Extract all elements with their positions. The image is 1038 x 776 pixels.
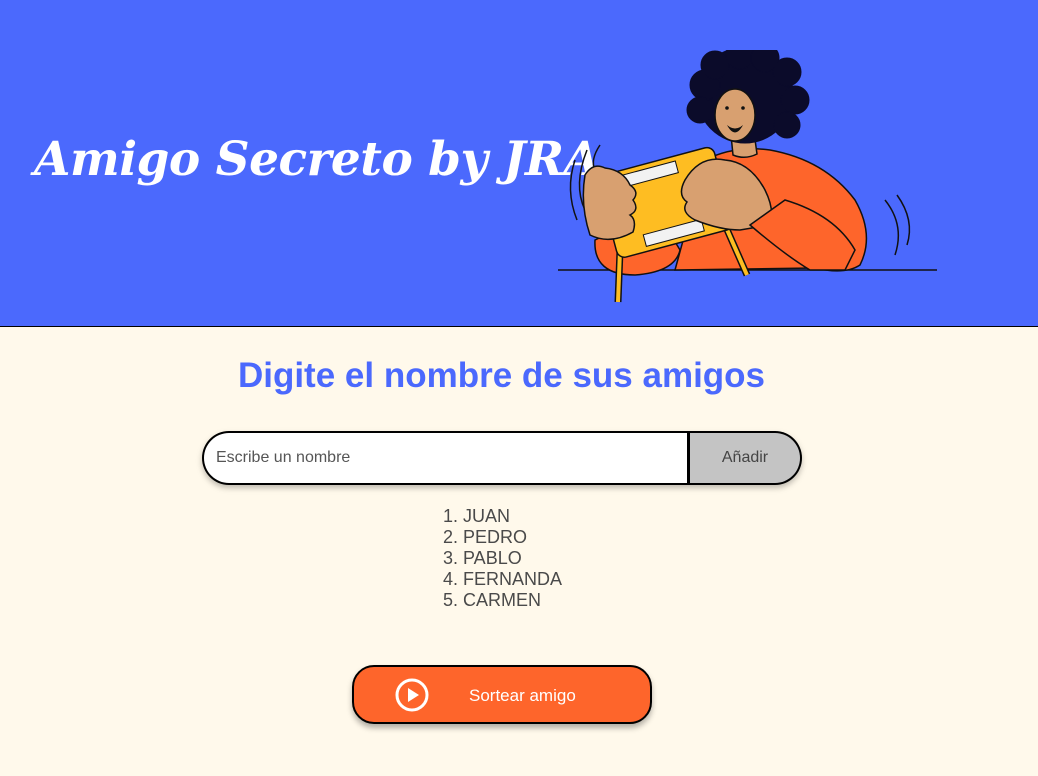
play-circle-icon <box>395 678 429 712</box>
header-banner: Amigo Secreto by JRA <box>0 0 1038 327</box>
list-item: 2. PEDRO <box>443 527 528 547</box>
draw-button-label: Sortear amigo <box>469 686 576 705</box>
list-item: 3. PABLO <box>443 548 522 568</box>
section-heading: Digite el nombre de sus amigos <box>237 356 766 395</box>
add-friend-button[interactable]: Añadir <box>690 431 802 485</box>
friend-name-input[interactable] <box>202 431 690 485</box>
list-item: 1. JUAN <box>443 506 511 526</box>
list-item: 5. CARMEN <box>443 590 542 610</box>
draw-friend-button[interactable]: Sortear amigo <box>352 665 652 724</box>
gamer-illustration <box>558 50 937 303</box>
list-item: 4. FERNANDA <box>443 569 563 589</box>
name-input-group: Añadir <box>202 431 802 485</box>
page-title: Amigo Secreto by JRA <box>34 132 600 187</box>
friend-list: 1. JUAN 2. PEDRO 3. PABLO 4. FERNANDA 5.… <box>443 506 562 611</box>
